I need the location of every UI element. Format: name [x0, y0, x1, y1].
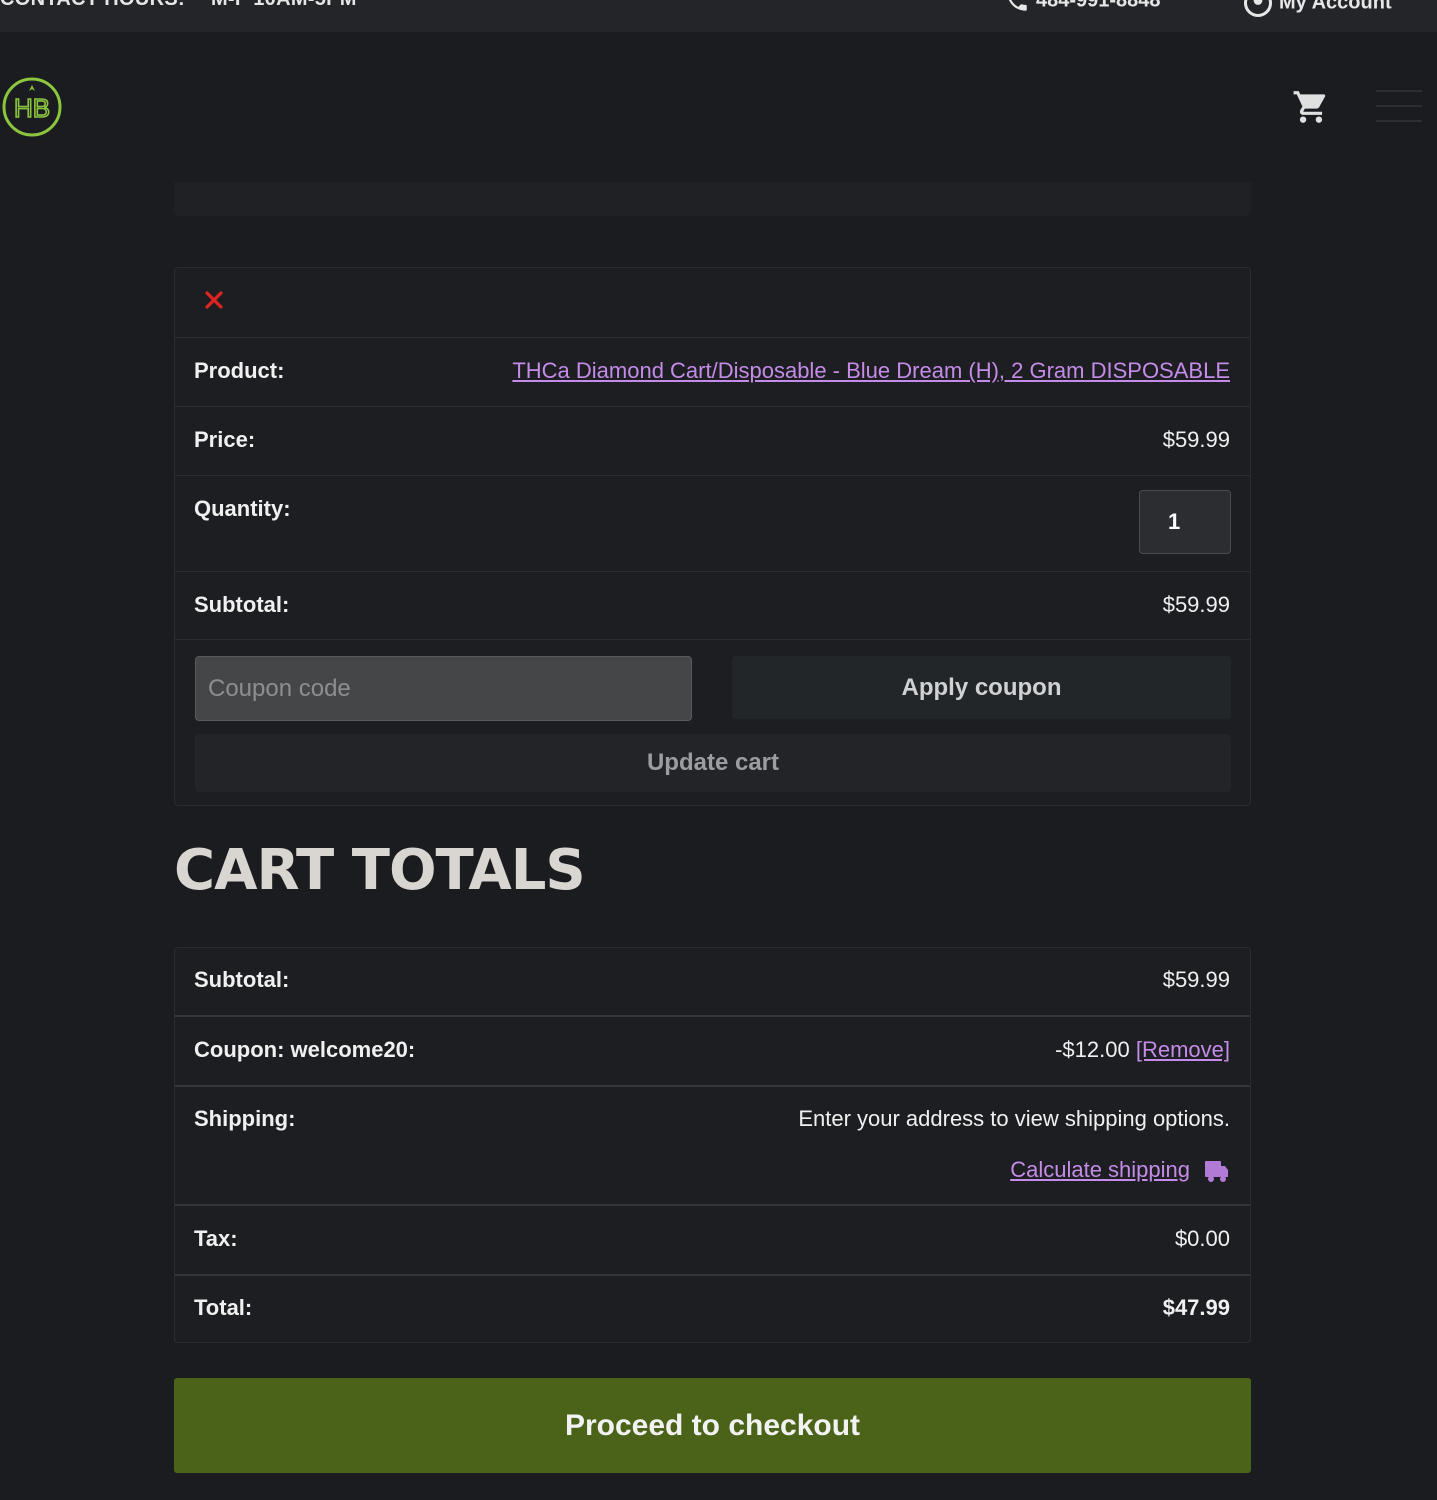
contact-hours-label: CONTACT HOURS:: [0, 0, 185, 10]
coupon-code-input[interactable]: [195, 656, 692, 721]
my-account-link[interactable]: My Account: [1243, 0, 1392, 18]
top-bar: CONTACT HOURS:M-F 10AM-5PM 484-991-8848 …: [0, 0, 1437, 32]
coupon-row: Coupon: welcome20: -$12.00 [Remove]: [175, 1017, 1250, 1087]
menu-hamburger-icon[interactable]: [1376, 90, 1422, 124]
cart-totals-title: CART TOTALS: [174, 838, 586, 903]
shipping-label: Shipping:: [194, 1106, 296, 1131]
proceed-to-checkout-button[interactable]: Proceed to checkout: [174, 1378, 1251, 1473]
cart-icon[interactable]: [1292, 88, 1330, 126]
shipping-truck-icon: [1205, 1161, 1228, 1183]
quantity-input[interactable]: [1139, 490, 1231, 554]
product-link[interactable]: THCa Diamond Cart/Disposable - Blue Drea…: [512, 358, 1230, 383]
totals-subtotal-row: Subtotal: $59.99: [175, 948, 1250, 1017]
price-label: Price:: [194, 427, 256, 452]
coupon-label: Coupon: welcome20:: [194, 1037, 416, 1062]
total-label: Total:: [194, 1295, 253, 1320]
contact-hours: CONTACT HOURS: M-F 10AM-5PM: [0, 0, 357, 11]
phone-number: 484-991-8848: [1036, 0, 1161, 12]
site-header: HB: [0, 32, 1437, 182]
update-cart-button[interactable]: Update cart: [195, 734, 1231, 792]
total-value: $47.99: [1162, 1295, 1230, 1320]
price-row: Price: $59.99: [175, 407, 1250, 476]
item-subtotal-label: Subtotal:: [194, 592, 290, 617]
remove-coupon-link[interactable]: [Remove]: [1136, 1037, 1230, 1062]
contact-hours-value: M-F 10AM-5PM: [211, 0, 357, 10]
item-subtotal-value: $59.99: [1162, 592, 1230, 617]
quantity-row: Quantity:: [175, 476, 1250, 572]
product-label: Product:: [194, 358, 285, 383]
remove-item-icon[interactable]: [205, 291, 223, 309]
price-value: $59.99: [1162, 427, 1230, 452]
product-row: Product: THCa Diamond Cart/Disposable - …: [175, 338, 1250, 407]
remove-item-row: [175, 268, 1250, 338]
notice-banner: [174, 182, 1251, 216]
my-account-label: My Account: [1279, 0, 1392, 14]
total-row: Total: $47.99: [175, 1276, 1250, 1342]
coupon-area: Apply coupon Update cart: [175, 640, 1250, 805]
coupon-amount: -$12.00: [1055, 1037, 1130, 1062]
quantity-label: Quantity:: [194, 496, 291, 521]
phone-icon: [1008, 0, 1027, 11]
user-icon: [1244, 0, 1272, 17]
cart-totals-table: Subtotal: $59.99 Coupon: welcome20: -$12…: [174, 947, 1251, 1343]
totals-subtotal-value: $59.99: [1162, 967, 1230, 992]
cart-item-card: Product: THCa Diamond Cart/Disposable - …: [174, 267, 1251, 806]
shipping-text: Enter your address to view shipping opti…: [798, 1106, 1230, 1131]
tax-row: Tax: $0.00: [175, 1206, 1250, 1276]
logo-icon[interactable]: HB: [2, 77, 62, 137]
shipping-row: Shipping: Enter your address to view shi…: [175, 1087, 1250, 1206]
apply-coupon-button[interactable]: Apply coupon: [732, 656, 1231, 719]
calculate-shipping-link[interactable]: Calculate shipping: [1010, 1157, 1190, 1182]
tax-label: Tax:: [194, 1226, 238, 1251]
totals-subtotal-label: Subtotal:: [194, 967, 290, 992]
tax-value: $0.00: [1174, 1226, 1230, 1251]
logo-text: HB: [14, 93, 50, 123]
item-subtotal-row: Subtotal: $59.99: [175, 572, 1250, 640]
phone-link[interactable]: 484-991-8848: [1004, 0, 1161, 14]
